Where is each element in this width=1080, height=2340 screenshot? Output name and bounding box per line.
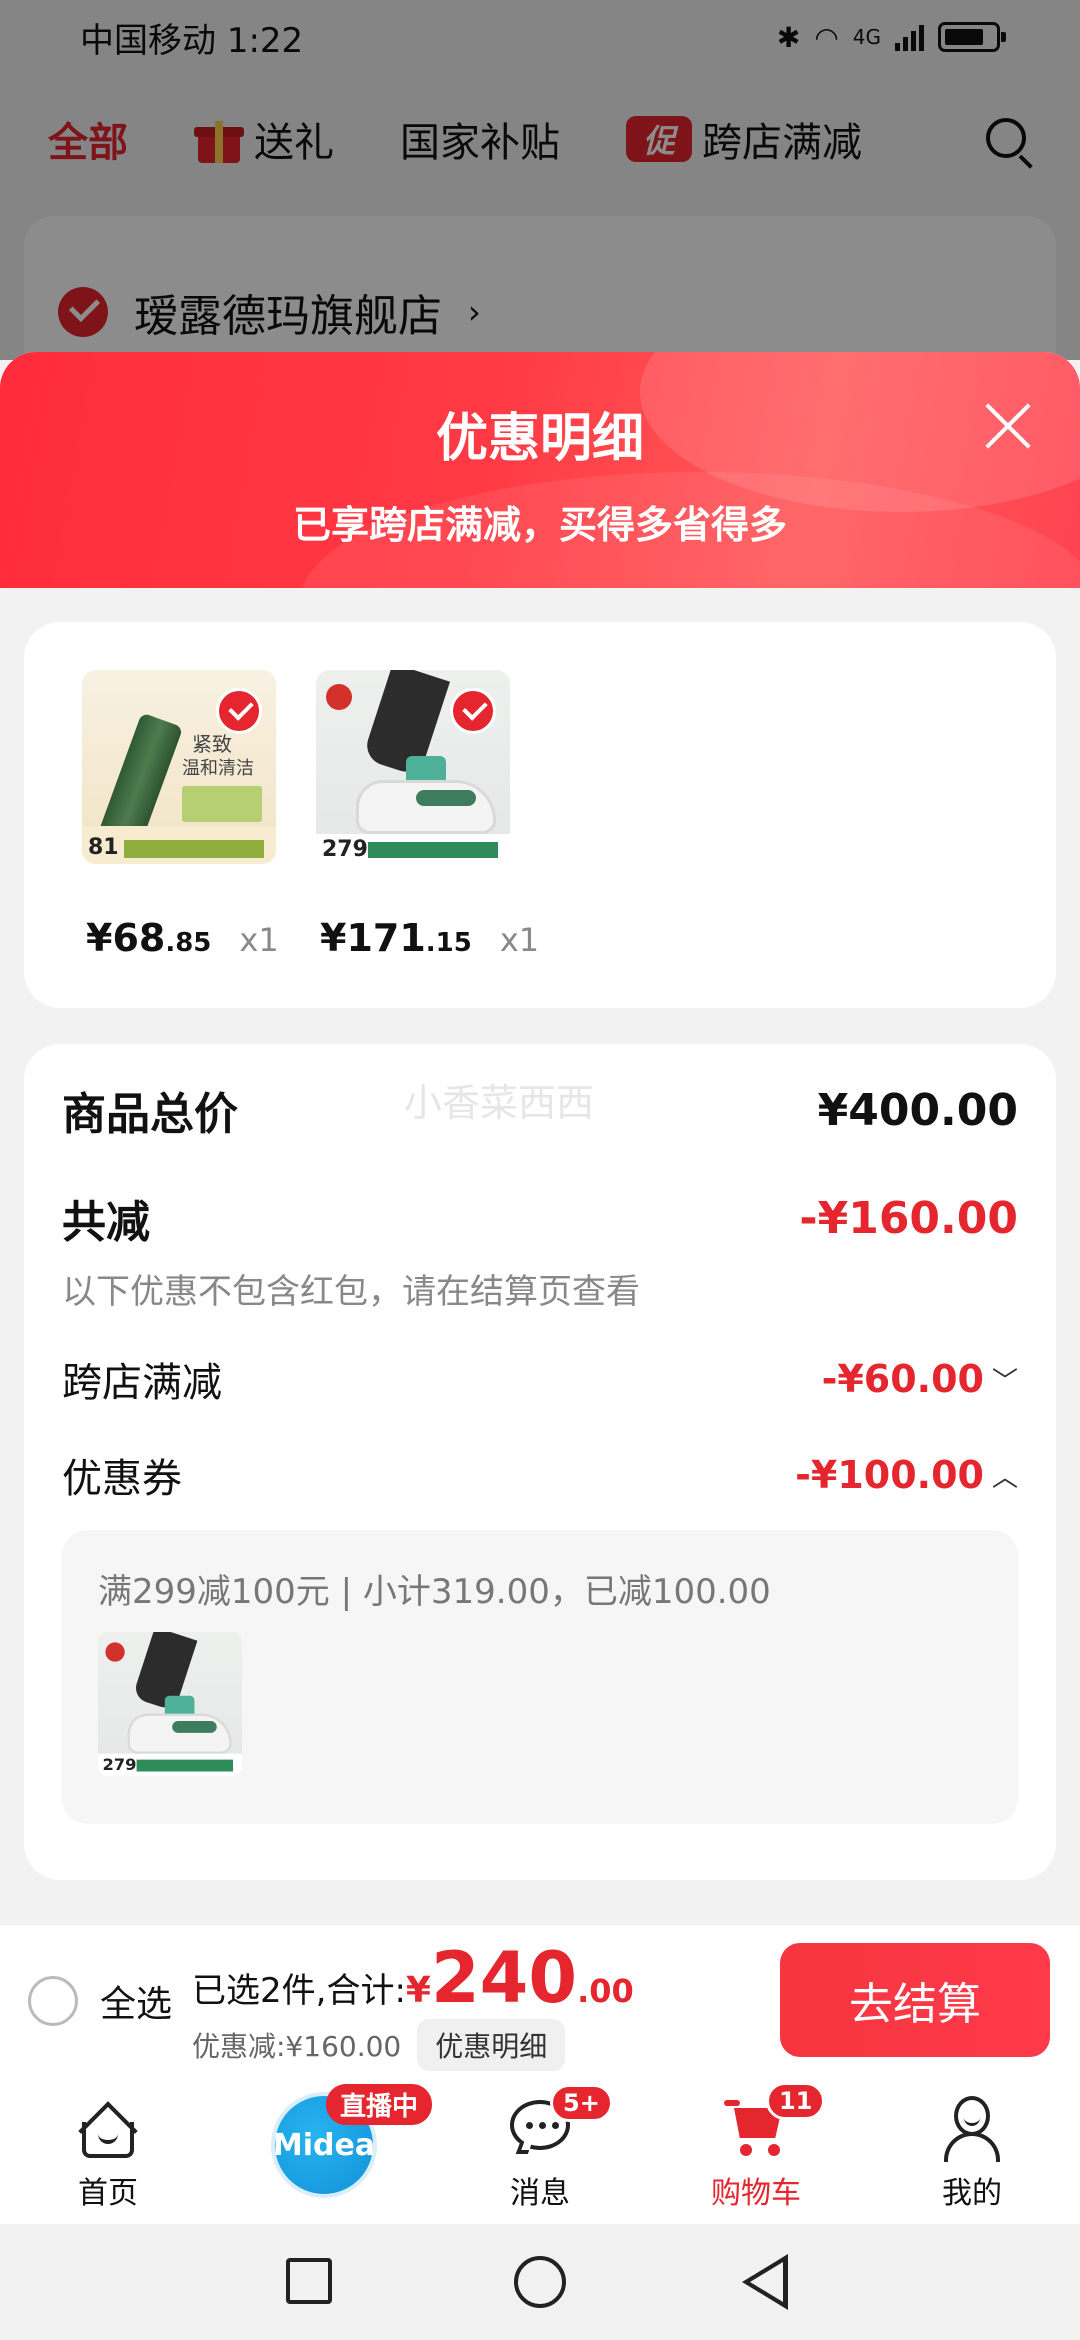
select-all-label: 全选 [100, 1984, 173, 2025]
sheet-subtitle: 已享跨店满减，买得多省得多 [292, 503, 787, 547]
summary-card: 小香菜西西 商品总价 ¥400.00 共减 -¥160.00 以下优惠不包含红包… [24, 1044, 1056, 1880]
product-price: ¥68.85 [86, 916, 212, 960]
coupon-product-thumbnail[interactable]: 279 [98, 1632, 242, 1776]
bottom-nav: 首页 Midea 直播中 5+ 消息 11 购物车 我的 [0, 2074, 1080, 2224]
thumb-price: 279 [102, 1755, 137, 1775]
live-badge: 直播中 [326, 2084, 432, 2125]
home-button-icon[interactable] [514, 2256, 566, 2308]
nav-home-label: 首页 [78, 2176, 138, 2211]
selected-check-icon[interactable] [450, 688, 496, 734]
reduce-value: -¥160.00 [799, 1192, 1018, 1244]
product-item[interactable]: 紧致 温和清洁 81 ¥68.85 x1 [82, 670, 279, 960]
nav-profile[interactable]: 我的 [864, 2074, 1080, 2224]
chevron-up-icon: ︿ [991, 1462, 1018, 1493]
reduce-note: 以下优惠不包含红包，请在结算页查看 [62, 1272, 640, 1312]
nav-home[interactable]: 首页 [0, 2074, 216, 2224]
nav-messages-label: 消息 [510, 2176, 570, 2211]
select-all[interactable]: 全选 [28, 1975, 172, 2027]
coupon-detail-box: 满299减100元 | 小计319.00，已减100.00 279 [62, 1530, 1018, 1824]
discount-detail-sheet: 优惠明细 已享跨店满减，买得多省得多 紧致 温和清洁 81 ¥68.85 x1 [0, 352, 1080, 2072]
select-all-checkbox[interactable] [28, 1976, 78, 2026]
message-badge: 5+ [550, 2084, 613, 2122]
thumb-text: 温和清洁 [182, 758, 254, 779]
discount-detail-button[interactable]: 优惠明细 [417, 2019, 566, 2071]
cross-store-value[interactable]: -¥60.00 ﹀ [822, 1357, 1018, 1401]
home-icon [76, 2096, 140, 2161]
thumb-price: 279 [322, 837, 368, 862]
background-page: 中国移动 1:22 ✱ ◠ 4G 全部 送礼 国家补贴 促 跨店满减 瑷露德玛旗… [0, 0, 1080, 416]
product-qty: x1 [499, 921, 540, 959]
total-line: 已选2件,合计: ¥ 240 .00 [192, 1943, 634, 2013]
nav-cart[interactable]: 11 购物车 [648, 2074, 864, 2224]
reduce-row: 共减 -¥160.00 [62, 1186, 1018, 1250]
discount-text: 优惠减:¥160.00 [192, 2030, 402, 2063]
checkout-button[interactable]: 去结算 [780, 1943, 1050, 2057]
checkout-bar: 全选 已选2件,合计: ¥ 240 .00 优惠减:¥160.00 优惠明细 去… [0, 1924, 1080, 2074]
cross-store-label: 跨店满减 [62, 1360, 222, 1406]
coupon-label: 优惠券 [62, 1456, 182, 1502]
sheet-title: 优惠明细 [435, 409, 644, 469]
nav-profile-label: 我的 [942, 2176, 1002, 2211]
selected-check-icon[interactable] [216, 688, 262, 734]
overlay-dim[interactable] [0, 0, 1080, 360]
total-label: 商品总价 [62, 1089, 238, 1140]
system-nav-bar [0, 2224, 1080, 2340]
product-price-row: ¥171.15 x1 [320, 916, 540, 960]
coupon-value[interactable]: -¥100.00 ︿ [795, 1453, 1018, 1497]
thumb-price: 81 [88, 835, 119, 860]
product-qty: x1 [239, 921, 279, 959]
nav-cart-label: 购物车 [711, 2176, 801, 2211]
sheet-header: 优惠明细 已享跨店满减，买得多省得多 [0, 352, 1080, 588]
total-value: ¥400.00 [817, 1084, 1018, 1136]
total-area: 已选2件,合计: ¥ 240 .00 优惠减:¥160.00 优惠明细 [192, 1943, 634, 2071]
total-amount: 240 [430, 1937, 578, 2019]
nav-live[interactable]: Midea 直播中 [216, 2074, 432, 2224]
total-decimal: .00 [577, 1972, 634, 2010]
total-row: 商品总价 ¥400.00 [62, 1078, 1018, 1142]
chevron-down-icon: ﹀ [991, 1366, 1018, 1397]
products-card: 紧致 温和清洁 81 ¥68.85 x1 279 ¥171.15 x1 [24, 622, 1056, 1008]
coupon-row[interactable]: 优惠券 -¥100.00 ︿ [62, 1446, 1018, 1504]
cart-badge: 11 [766, 2082, 826, 2120]
product-item[interactable]: 279 ¥171.15 x1 [316, 670, 539, 960]
product-price: ¥171.15 [320, 916, 472, 960]
total-currency: ¥ [405, 1970, 431, 2011]
close-icon[interactable] [982, 400, 1032, 450]
coupon-detail-text: 满299减100元 | 小计319.00，已减100.00 [98, 1572, 771, 1612]
cross-store-row[interactable]: 跨店满减 -¥60.00 ﹀ [62, 1350, 1018, 1408]
reduce-label: 共减 [62, 1197, 150, 1248]
thumb-text: 紧致 [192, 732, 232, 756]
product-thumbnail[interactable]: 279 [316, 670, 510, 864]
nav-messages[interactable]: 5+ 消息 [432, 2074, 648, 2224]
product-price-row: ¥68.85 x1 [86, 916, 306, 960]
selected-count: 已选2件,合计: [192, 1971, 406, 2011]
back-icon[interactable] [742, 2254, 788, 2310]
discount-line: 优惠减:¥160.00 优惠明细 [192, 2019, 634, 2071]
profile-icon [940, 2096, 1004, 2162]
product-thumbnail[interactable]: 紧致 温和清洁 81 [82, 670, 276, 864]
recent-apps-icon[interactable] [286, 2258, 332, 2304]
